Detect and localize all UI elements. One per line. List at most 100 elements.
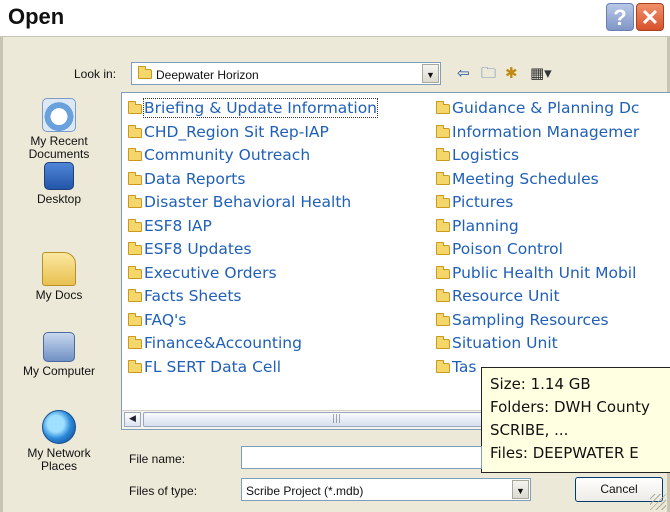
folder-item-label: Sampling Resources [452, 310, 609, 329]
place-my-recent-documents[interactable]: My Recent Documents [8, 98, 110, 161]
folder-icon [436, 242, 450, 255]
help-icon: ? [613, 5, 627, 30]
scroll-left-button[interactable]: ◀ [124, 412, 141, 427]
place-my-computer[interactable]: My Computer [8, 332, 110, 378]
place-label: My Network Places [27, 446, 91, 473]
look-in-label: Look in: [74, 67, 117, 81]
folder-icon [436, 124, 450, 138]
scroll-thumb[interactable]: ||| [143, 412, 538, 427]
folder-item-label: Briefing & Update Information [143, 98, 378, 118]
folder-item[interactable]: Finance&Accounting [128, 332, 377, 356]
up-folder-icon[interactable]: 🗀 [481, 64, 496, 82]
folder-item[interactable]: Data Reports [128, 168, 377, 192]
folder-icon [436, 195, 450, 208]
folder-item-label: Information Managemer [452, 122, 640, 141]
folder-icon [128, 195, 142, 208]
folder-item-label: Finance&Accounting [144, 334, 302, 352]
folder-icon [128, 124, 142, 138]
grip-icon: ||| [332, 414, 342, 424]
folder-item-label: FL SERT Data Cell [144, 357, 282, 376]
folder-item[interactable]: Facts Sheets [128, 285, 377, 309]
close-button[interactable]: ✕ [636, 3, 664, 31]
my-computer-icon [43, 332, 75, 362]
folder-item-label: CHD_Region Sit Rep-IAP [144, 122, 329, 141]
window-frame-left [0, 36, 3, 512]
file-type-label: Files of type: [129, 484, 198, 498]
place-label: Desktop [36, 192, 82, 206]
folder-item[interactable]: ESF8 IAP [128, 215, 377, 239]
network-places-icon [42, 410, 76, 444]
folder-item[interactable]: Poison Control [436, 238, 639, 262]
recent-documents-icon [42, 98, 76, 132]
folder-item-label: Situation Unit [452, 334, 558, 352]
places-bar: My Recent Documents Desktop My Docs My C… [8, 92, 110, 492]
folder-item[interactable]: Planning [436, 215, 639, 239]
folder-item[interactable]: Situation Unit [436, 332, 639, 356]
folder-item-label: Logistics [452, 146, 520, 164]
folder-item[interactable]: Disaster Behavioral Health [128, 191, 377, 215]
folder-icon [138, 66, 152, 79]
folder-icon [436, 336, 450, 349]
look-in-dropdown[interactable]: Deepwater Horizon ▼ [131, 62, 441, 85]
folder-item[interactable]: ESF8 Updates [128, 238, 377, 262]
folder-item[interactable]: Sampling Resources [436, 309, 639, 333]
folder-item-label: Executive Orders [144, 263, 277, 282]
folder-info-tooltip: Size: 1.14 GB Folders: DWH County SCRIBE… [481, 367, 670, 473]
file-type-dropdown[interactable]: Scribe Project (*.mdb) ▼ [241, 478, 531, 501]
folder-item[interactable]: Briefing & Update Information [128, 97, 378, 121]
folder-item-label: Disaster Behavioral Health [144, 193, 352, 211]
place-label: My Docs [35, 288, 83, 302]
my-documents-icon [42, 252, 76, 286]
folder-icon [436, 265, 450, 279]
new-folder-icon[interactable]: ✱ [505, 64, 518, 82]
folder-item[interactable]: Guidance & Planning Dc [436, 97, 639, 121]
folder-icon [128, 289, 142, 302]
folder-item[interactable]: Community Outreach [128, 144, 377, 168]
close-icon: ✕ [640, 5, 660, 30]
folder-item[interactable]: Resource Unit [436, 285, 639, 309]
folder-item[interactable]: FL SERT Data Cell [128, 356, 377, 380]
folder-item[interactable]: Meeting Schedules [436, 168, 639, 192]
folder-item[interactable]: FAQ's [128, 309, 377, 333]
desktop-icon [44, 162, 74, 190]
folder-item-label: Pictures [452, 193, 514, 211]
folder-item-label: Poison Control [452, 240, 563, 258]
place-label: My Computer [22, 364, 96, 378]
views-menu-icon[interactable]: ▦▾ [530, 64, 552, 82]
file-name-input[interactable] [241, 446, 482, 469]
folder-item[interactable]: Information Managemer [436, 121, 639, 145]
folder-item-label: ESF8 Updates [144, 240, 252, 258]
place-my-network-places[interactable]: My Network Places [8, 410, 110, 473]
folder-item[interactable]: Logistics [436, 144, 639, 168]
folder-item-label: Public Health Unit Mobil [452, 263, 637, 282]
folder-item[interactable]: Pictures [436, 191, 639, 215]
folder-icon [128, 148, 142, 161]
folder-icon [128, 242, 142, 255]
tooltip-files: Files: DEEPWATER E [490, 444, 639, 462]
chevron-down-icon[interactable]: ▼ [422, 64, 439, 83]
dialog-title: Open [8, 4, 65, 29]
help-button[interactable]: ? [606, 3, 634, 31]
folder-item-label: Facts Sheets [144, 287, 242, 305]
folder-item[interactable]: CHD_Region Sit Rep-IAP [128, 121, 377, 145]
folder-icon [436, 359, 450, 373]
folder-icon [436, 171, 450, 185]
folder-item-label: Planning [452, 216, 519, 235]
folder-icon [128, 171, 142, 185]
tooltip-folders: Folders: DWH County [490, 398, 650, 416]
folder-icon [128, 359, 142, 373]
place-desktop[interactable]: Desktop [8, 162, 110, 206]
back-arrow-icon[interactable]: ⇦ [457, 64, 470, 82]
folder-item[interactable]: Executive Orders [128, 262, 377, 286]
folder-icon [128, 265, 142, 279]
folder-icon [436, 218, 450, 232]
look-in-value: Deepwater Horizon [156, 68, 259, 82]
place-my-docs[interactable]: My Docs [8, 252, 110, 302]
folder-item[interactable]: Public Health Unit Mobil [436, 262, 639, 286]
resize-grip-icon[interactable] [650, 494, 666, 510]
folder-icon [128, 101, 142, 114]
folder-item-label: Resource Unit [452, 287, 560, 305]
title-bar: Open ? ✕ [0, 0, 670, 37]
chevron-down-icon[interactable]: ▼ [512, 480, 529, 499]
folder-icon [436, 101, 450, 114]
